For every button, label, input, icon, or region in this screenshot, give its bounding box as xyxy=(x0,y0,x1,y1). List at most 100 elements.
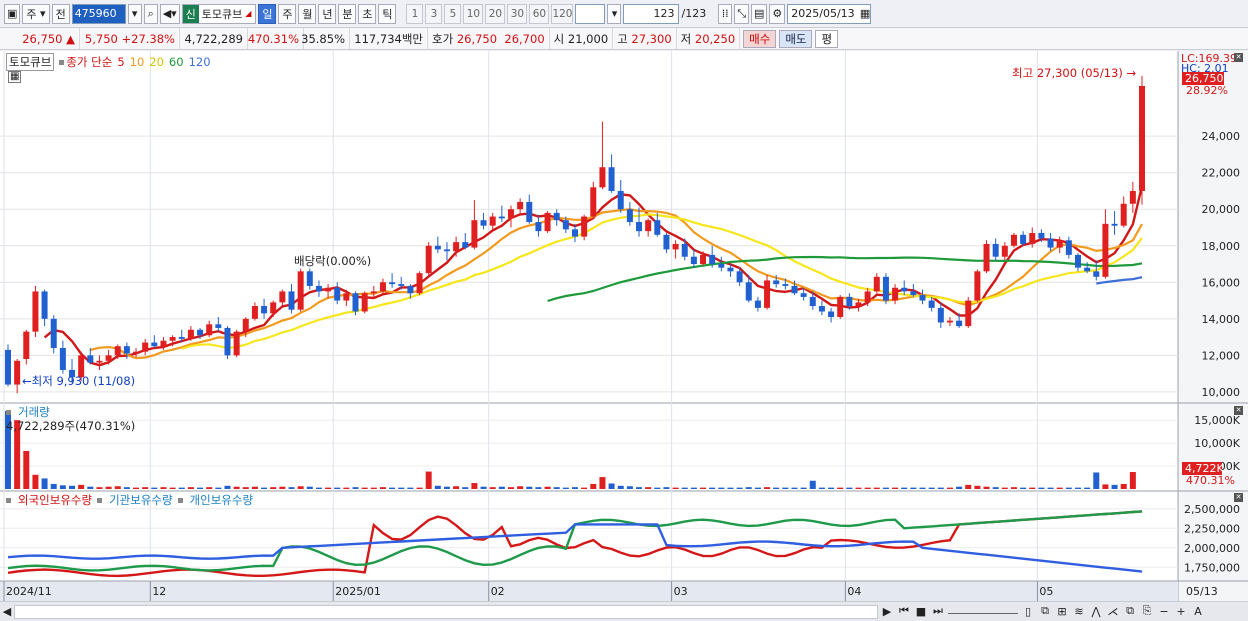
save-icon[interactable]: ▤ xyxy=(751,3,768,24)
plus-icon[interactable]: + xyxy=(1174,604,1188,618)
candle-body xyxy=(261,306,268,314)
close-price-pane-icon[interactable]: ✕ xyxy=(1234,53,1243,62)
price-tick-label: 12,000 xyxy=(1202,349,1241,362)
date-label: 05 xyxy=(1039,585,1053,598)
stock-code-input[interactable]: 475960 xyxy=(71,3,126,24)
volume-bar xyxy=(370,487,377,489)
interval-dropdown-icon[interactable]: ▾ xyxy=(607,3,622,24)
tool-d-icon[interactable]: ⋀ xyxy=(1089,604,1103,618)
volume-bar xyxy=(764,487,771,489)
sell-button[interactable]: 매도 xyxy=(779,29,813,48)
zoom-handle-icon[interactable]: ▯ xyxy=(1021,604,1035,618)
grid-icon[interactable]: ⁞⁞ xyxy=(718,3,733,24)
stock-legend[interactable]: 토모큐브 xyxy=(6,53,55,71)
crosshair-icon[interactable]: ⤡ xyxy=(734,3,749,24)
interval-20[interactable]: 20 xyxy=(485,3,506,24)
period-day[interactable]: 일 xyxy=(258,3,277,24)
volume-bar xyxy=(453,486,460,489)
candle-body xyxy=(672,243,679,250)
date-input[interactable]: 2025/05/13 ▦ xyxy=(787,3,872,24)
stock-chart[interactable]: 24,000 22,000 20,000 18,000 16,000 14,000 12,0… xyxy=(0,51,1248,601)
interval-1[interactable]: 1 xyxy=(406,3,424,24)
tool-g-icon[interactable]: ⎘ xyxy=(1140,604,1154,618)
minus-icon[interactable]: − xyxy=(1157,604,1171,618)
scroll-left-icon[interactable]: ◀ xyxy=(0,605,14,618)
volume-bar xyxy=(992,487,999,489)
dropdown-icon[interactable]: ▾ xyxy=(127,3,142,24)
tool-f-icon[interactable]: ⧉ xyxy=(1123,604,1137,618)
count-input[interactable]: 123 xyxy=(623,3,680,24)
period-tick[interactable]: 틱 xyxy=(378,3,397,24)
candle-body xyxy=(462,242,469,248)
type-select[interactable]: 주 ▾ xyxy=(22,3,50,24)
stock-name-box[interactable]: 신 토모큐브 ◢ xyxy=(181,3,257,24)
turnover-rate: 35.85% xyxy=(301,28,350,49)
candle-body xyxy=(709,254,716,265)
candle-body xyxy=(901,287,908,292)
volume-bar xyxy=(526,486,533,489)
tool-e-icon[interactable]: ⋌ xyxy=(1106,604,1120,618)
candle-body xyxy=(919,295,926,301)
chart-area[interactable]: 24,000 22,000 20,000 18,000 16,000 14,000 12,0… xyxy=(0,51,1248,601)
period-year[interactable]: 년 xyxy=(318,3,337,24)
window-icon[interactable]: ▣ xyxy=(4,3,21,24)
tool-a-icon[interactable]: ⧉ xyxy=(1038,604,1052,618)
zoom-slider[interactable] xyxy=(948,608,1018,614)
volume-bar xyxy=(215,487,222,489)
font-size-icon[interactable]: A xyxy=(1191,604,1205,618)
rewind-icon[interactable]: ⏮ xyxy=(897,604,911,618)
interval-30[interactable]: 30 xyxy=(507,3,528,24)
speaker-icon[interactable]: ◀▾ xyxy=(159,3,180,24)
candle-body xyxy=(736,271,743,283)
candle-body xyxy=(398,284,405,286)
forward-icon[interactable]: ⏭ xyxy=(931,604,945,618)
calendar-icon[interactable]: ▦ xyxy=(860,7,870,20)
volume-bar xyxy=(233,486,240,489)
prev-button[interactable]: 전 xyxy=(51,3,70,24)
volume-bar xyxy=(562,487,569,489)
candle-body xyxy=(791,285,798,294)
period-second[interactable]: 초 xyxy=(358,3,377,24)
volume-bar xyxy=(800,487,807,489)
candle-body xyxy=(306,271,313,286)
interval-3[interactable]: 3 xyxy=(425,3,443,24)
volume-bar xyxy=(1120,483,1127,489)
tool-c-icon[interactable]: ≋ xyxy=(1072,604,1086,618)
interval-120[interactable]: 120 xyxy=(551,3,574,24)
calculator-icon[interactable]: ▦ xyxy=(8,71,22,83)
volume-bar xyxy=(791,487,798,489)
period-month[interactable]: 월 xyxy=(298,3,317,24)
candle-body xyxy=(471,220,478,248)
volume-bar xyxy=(123,487,130,489)
close-holdings-pane-icon[interactable]: ✕ xyxy=(1234,493,1243,502)
price-tick-label: 20,000 xyxy=(1202,203,1241,216)
interval-custom-input[interactable] xyxy=(575,3,606,24)
candle-body xyxy=(1102,223,1109,277)
date-label: 02 xyxy=(491,585,505,598)
candle-body xyxy=(489,216,496,226)
holdings-tick-label: 2,500,000 xyxy=(1184,503,1240,516)
candle-body xyxy=(5,349,11,385)
average-button[interactable]: 평 xyxy=(815,29,839,48)
volume-bar xyxy=(187,487,194,489)
scroll-right-icon[interactable]: ▶ xyxy=(880,604,894,618)
period-minute[interactable]: 분 xyxy=(338,3,357,24)
candle-body xyxy=(1056,240,1063,248)
candle-body xyxy=(681,243,688,257)
volume-bar xyxy=(142,487,149,489)
volume-bar xyxy=(69,485,76,489)
scroll-track[interactable] xyxy=(14,605,878,619)
search-icon[interactable]: ⌕ xyxy=(143,3,158,24)
interval-5[interactable]: 5 xyxy=(444,3,462,24)
candle-body xyxy=(526,201,533,223)
settings-gear-icon[interactable]: ⚙ xyxy=(769,3,786,24)
period-week[interactable]: 주 xyxy=(278,3,297,24)
buy-button[interactable]: 매수 xyxy=(743,29,777,48)
close-volume-pane-icon[interactable]: ✕ xyxy=(1234,406,1243,415)
interval-60[interactable]: 60 xyxy=(529,3,550,24)
candle-body xyxy=(187,329,194,339)
tool-b-icon[interactable]: ⊞ xyxy=(1055,604,1069,618)
volume-bar xyxy=(389,487,396,489)
interval-10[interactable]: 10 xyxy=(463,3,484,24)
stop-icon[interactable]: ■ xyxy=(914,604,928,618)
